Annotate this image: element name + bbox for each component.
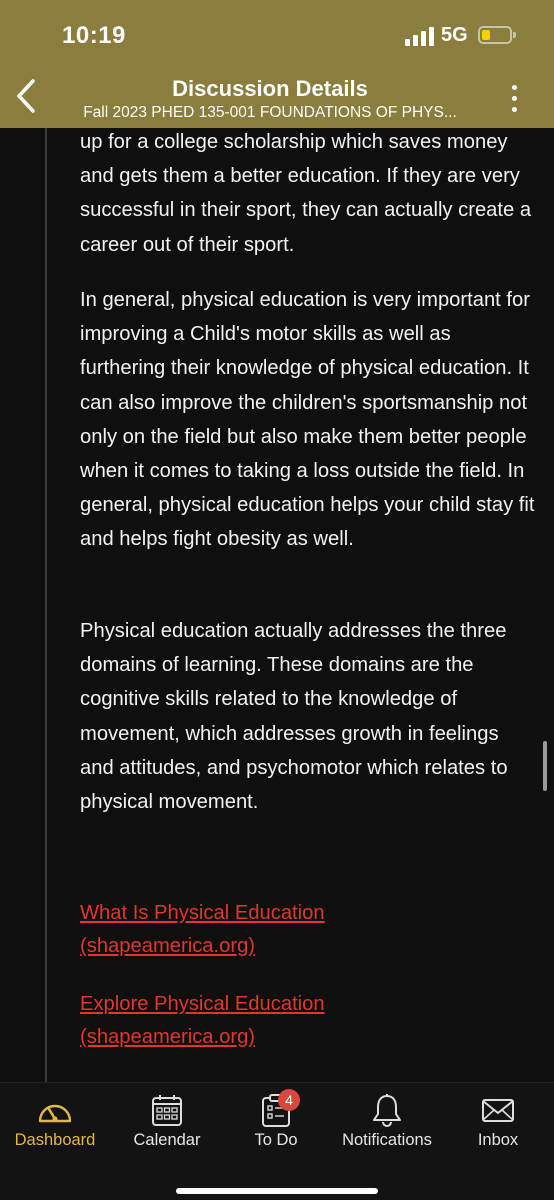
- tab-inbox[interactable]: Inbox: [462, 1083, 534, 1163]
- tab-label: Notifications: [342, 1131, 432, 1149]
- discussion-content[interactable]: up for a college scholarship which saves…: [0, 128, 554, 1082]
- tab-dashboard[interactable]: Dashboard: [6, 1083, 104, 1163]
- back-button[interactable]: [6, 76, 46, 116]
- link-explore-pe[interactable]: Explore Physical Education (shapeamerica…: [80, 988, 370, 1054]
- link-what-is-pe[interactable]: What Is Physical Education (shapeamerica…: [80, 897, 370, 963]
- battery-icon: [478, 26, 516, 44]
- paragraph: In general, physical education is very i…: [80, 289, 535, 551]
- course-subtitle: Fall 2023 PHED 135-001 FOUNDATIONS OF PH…: [83, 104, 457, 121]
- signal-icon: [405, 26, 435, 46]
- more-vertical-icon: [511, 84, 517, 90]
- dashboard-gauge-icon: [35, 1093, 75, 1127]
- bottom-tab-bar: Dashboard Calendar 4 To Do Notifications…: [0, 1082, 554, 1200]
- tab-notifications[interactable]: Notifications: [332, 1083, 442, 1163]
- todo-clipboard-icon: 4: [256, 1089, 300, 1127]
- thread-line: [45, 128, 47, 1082]
- status-time: 10:19: [62, 22, 126, 49]
- page-title: Discussion Details: [172, 76, 368, 101]
- paragraph: Physical education actually addresses th…: [80, 620, 508, 814]
- todo-count-badge: 4: [278, 1089, 300, 1111]
- tab-to-do[interactable]: 4 To Do: [236, 1083, 316, 1163]
- home-indicator[interactable]: [176, 1188, 378, 1194]
- tab-label: To Do: [254, 1131, 298, 1149]
- calendar-icon: [147, 1093, 187, 1127]
- tab-calendar[interactable]: Calendar: [122, 1083, 212, 1163]
- chevron-left-icon: [17, 79, 35, 113]
- tab-label: Calendar: [133, 1131, 201, 1149]
- app-header: 10:19 5G Discussion Details Fall 2023 PH…: [0, 0, 554, 128]
- envelope-icon: [478, 1093, 518, 1127]
- network-label: 5G: [441, 24, 468, 46]
- status-bar: 10:19 5G: [0, 0, 554, 72]
- bell-icon: [367, 1093, 407, 1127]
- more-options-button[interactable]: [500, 78, 528, 118]
- tab-label: Inbox: [477, 1131, 519, 1149]
- paragraph: up for a college scholarship which saves…: [80, 131, 532, 256]
- tab-label: Dashboard: [14, 1131, 96, 1149]
- scrollbar-thumb[interactable]: [543, 741, 547, 791]
